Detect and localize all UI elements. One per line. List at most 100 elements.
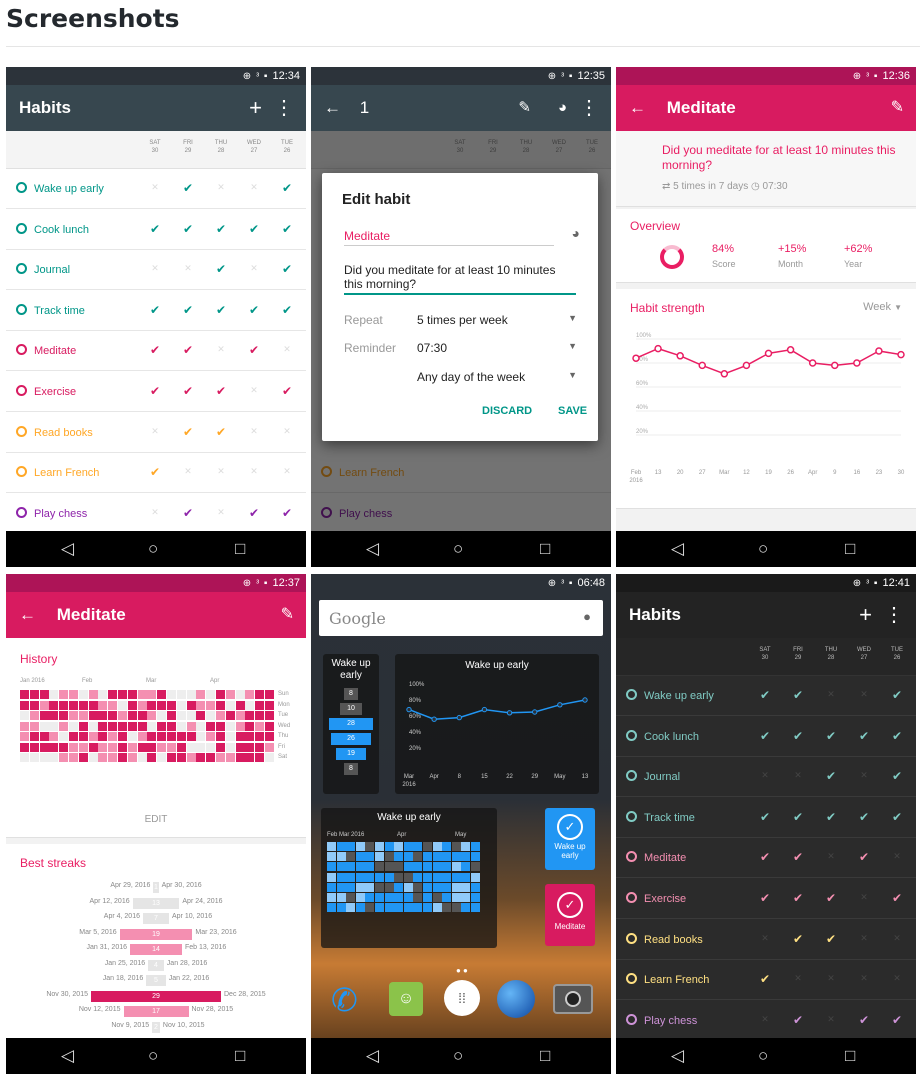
history-day-cell[interactable] bbox=[265, 711, 274, 720]
history-day-cell[interactable] bbox=[225, 690, 235, 699]
history-day-cell[interactable] bbox=[88, 753, 98, 762]
back-nav-icon[interactable]: ◁ bbox=[61, 1046, 74, 1066]
history-day-cell[interactable] bbox=[186, 742, 196, 752]
edit-icon[interactable]: ✎ bbox=[518, 85, 531, 131]
history-day-cell[interactable] bbox=[255, 721, 265, 731]
checkmark-icon[interactable]: ✔ bbox=[272, 181, 302, 195]
history-day-cell[interactable] bbox=[59, 742, 69, 752]
history-day-cell[interactable] bbox=[59, 721, 69, 731]
history-day-cell[interactable] bbox=[29, 721, 39, 731]
history-day-cell[interactable] bbox=[20, 700, 29, 710]
cross-icon[interactable]: ✕ bbox=[849, 770, 879, 781]
history-day-cell[interactable] bbox=[127, 690, 137, 699]
checkmark-icon[interactable]: ✔ bbox=[173, 506, 203, 520]
history-day-cell[interactable] bbox=[157, 721, 167, 731]
cross-icon[interactable]: ✕ bbox=[849, 933, 879, 944]
cross-icon[interactable]: ✕ bbox=[849, 973, 879, 984]
cross-icon[interactable]: ✕ bbox=[140, 263, 170, 274]
history-day-cell[interactable] bbox=[118, 700, 127, 710]
history-day-cell[interactable] bbox=[147, 721, 157, 731]
checkmark-icon[interactable]: ✔ bbox=[272, 222, 302, 236]
history-day-cell[interactable] bbox=[167, 732, 176, 741]
history-day-cell[interactable] bbox=[88, 732, 98, 741]
history-day-cell[interactable] bbox=[98, 690, 108, 699]
checkmark-icon[interactable]: ✔ bbox=[239, 343, 269, 357]
cross-icon[interactable]: ✕ bbox=[239, 426, 269, 437]
history-day-cell[interactable] bbox=[235, 742, 245, 752]
history-day-cell[interactable] bbox=[69, 711, 78, 720]
history-day-cell[interactable] bbox=[20, 732, 29, 741]
checkmark-icon[interactable]: ✔ bbox=[750, 810, 780, 824]
history-day-cell[interactable] bbox=[98, 721, 108, 731]
history-day-cell[interactable] bbox=[147, 732, 157, 741]
history-day-cell[interactable] bbox=[39, 690, 49, 699]
history-day-cell[interactable] bbox=[49, 742, 59, 752]
cross-icon[interactable]: ✕ bbox=[849, 892, 879, 903]
cross-icon[interactable]: ✕ bbox=[272, 426, 302, 437]
history-day-cell[interactable] bbox=[29, 700, 39, 710]
checkmark-icon[interactable]: ✔ bbox=[272, 303, 302, 317]
checkmark-icon[interactable]: ✔ bbox=[206, 303, 236, 317]
habit-row[interactable]: Track time ✔ ✔ ✔ ✔ ✔ bbox=[6, 291, 306, 331]
history-day-cell[interactable] bbox=[235, 732, 245, 741]
history-day-cell[interactable] bbox=[78, 742, 88, 752]
cross-icon[interactable]: ✕ bbox=[882, 933, 912, 944]
history-day-cell[interactable] bbox=[137, 721, 147, 731]
history-day-cell[interactable] bbox=[118, 711, 127, 720]
history-day-cell[interactable] bbox=[245, 742, 255, 752]
checkmark-icon[interactable]: ✔ bbox=[239, 222, 269, 236]
home-nav-icon[interactable]: ○ bbox=[148, 1046, 158, 1066]
checkmark-icon[interactable]: ✔ bbox=[173, 384, 203, 398]
meditate-checkmark-widget[interactable]: ✓ Meditate bbox=[545, 884, 595, 946]
history-day-cell[interactable] bbox=[88, 742, 98, 752]
history-day-cell[interactable] bbox=[186, 721, 196, 731]
checkmark-icon[interactable]: ✔ bbox=[816, 729, 846, 743]
history-day-cell[interactable] bbox=[186, 690, 196, 699]
history-day-cell[interactable] bbox=[98, 742, 108, 752]
cross-icon[interactable]: ✕ bbox=[750, 1014, 780, 1025]
back-arrow-icon[interactable]: ← bbox=[324, 98, 341, 117]
history-day-cell[interactable] bbox=[225, 753, 235, 762]
history-day-cell[interactable] bbox=[49, 711, 59, 720]
history-day-cell[interactable] bbox=[206, 732, 216, 741]
history-day-cell[interactable] bbox=[118, 721, 127, 731]
cross-icon[interactable]: ✕ bbox=[882, 973, 912, 984]
history-day-cell[interactable] bbox=[29, 732, 39, 741]
history-day-cell[interactable] bbox=[157, 690, 167, 699]
checkmark-icon[interactable]: ✔ bbox=[783, 850, 813, 864]
checkmark-icon[interactable]: ✔ bbox=[783, 1013, 813, 1027]
history-day-cell[interactable] bbox=[69, 732, 78, 741]
checkmark-icon[interactable]: ✔ bbox=[816, 769, 846, 783]
history-day-cell[interactable] bbox=[29, 753, 39, 762]
history-day-cell[interactable] bbox=[39, 742, 49, 752]
history-day-cell[interactable] bbox=[147, 753, 157, 762]
history-day-cell[interactable] bbox=[29, 690, 39, 699]
recents-nav-icon[interactable]: □ bbox=[540, 1046, 550, 1066]
history-day-cell[interactable] bbox=[147, 711, 157, 720]
history-day-cell[interactable] bbox=[127, 721, 137, 731]
cross-icon[interactable]: ✕ bbox=[750, 933, 780, 944]
history-day-cell[interactable] bbox=[206, 690, 216, 699]
history-day-cell[interactable] bbox=[98, 732, 108, 741]
history-day-cell[interactable] bbox=[235, 700, 245, 710]
back-nav-icon[interactable]: ◁ bbox=[366, 539, 379, 559]
habit-row[interactable]: Meditate ✔ ✔ ✕ ✔ ✕ bbox=[6, 331, 306, 372]
history-day-cell[interactable] bbox=[206, 753, 216, 762]
habit-row[interactable]: Learn French ✔ ✕ ✕ ✕ ✕ bbox=[616, 960, 916, 1001]
habit-row[interactable]: Track time ✔ ✔ ✔ ✔ ✔ bbox=[616, 797, 916, 838]
history-day-cell[interactable] bbox=[265, 732, 274, 741]
checkmark-icon[interactable]: ✔ bbox=[783, 810, 813, 824]
add-icon[interactable]: + bbox=[859, 592, 872, 638]
history-day-cell[interactable] bbox=[108, 732, 118, 741]
history-day-cell[interactable] bbox=[265, 721, 274, 731]
cross-icon[interactable]: ✕ bbox=[816, 689, 846, 700]
habit-row[interactable]: Wake up early ✕ ✔ ✕ ✕ ✔ bbox=[6, 169, 306, 209]
history-day-cell[interactable] bbox=[255, 700, 265, 710]
history-day-cell[interactable] bbox=[98, 711, 108, 720]
save-button[interactable]: SAVE bbox=[558, 405, 587, 417]
camera-app-icon[interactable] bbox=[553, 984, 593, 1014]
habit-row[interactable]: Cook lunch ✔ ✔ ✔ ✔ ✔ bbox=[6, 210, 306, 250]
history-day-cell[interactable] bbox=[59, 711, 69, 720]
checkmark-icon[interactable]: ✔ bbox=[783, 932, 813, 946]
checkmark-icon[interactable]: ✔ bbox=[206, 222, 236, 236]
